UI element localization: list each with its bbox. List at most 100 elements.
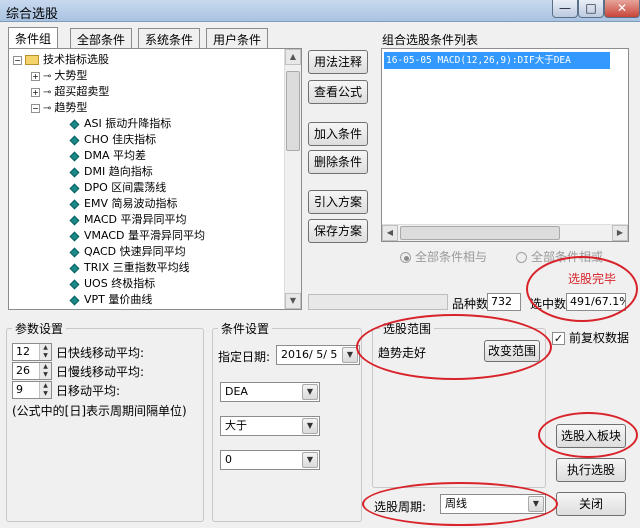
import-scheme-button[interactable]: 引入方案 <box>308 190 368 214</box>
indicator-icon <box>69 279 80 289</box>
add-condition-button[interactable]: 加入条件 <box>308 122 368 146</box>
radio-icon <box>400 252 411 263</box>
tree-item[interactable]: MACD 平滑异同平均 <box>69 212 186 228</box>
tree-item[interactable]: EMV 简易波动指标 <box>69 196 177 212</box>
tree-category-label: 大势型 <box>54 69 88 82</box>
tree-item[interactable]: CHO 佳庆指标 <box>69 132 156 148</box>
value-select[interactable]: 0 ▼ <box>220 450 320 470</box>
spin-up-icon[interactable]: ▲ <box>40 382 51 390</box>
fq-checkbox[interactable]: ✓ 前复权数据 <box>552 329 629 346</box>
fast-period-label: 日快线移动平均: <box>56 346 145 360</box>
tab-all-conditions[interactable]: 全部条件 <box>70 28 133 48</box>
tree-category[interactable]: − ⊸ 趋势型 <box>31 100 87 116</box>
tree-category-label: 超买超卖型 <box>54 85 110 98</box>
radio-all-and-label: 全部条件相与 <box>415 250 488 264</box>
radio-all-and[interactable]: 全部条件相与 <box>400 248 487 265</box>
window-title: 综合选股 <box>6 7 59 22</box>
fast-period-value: 12 <box>16 345 30 358</box>
spin-up-icon[interactable]: ▲ <box>40 344 51 352</box>
tree-item-label: DMA 平均差 <box>84 149 146 162</box>
period-value: 周线 <box>445 497 467 510</box>
tree-item[interactable]: DMA 平均差 <box>69 148 146 164</box>
tree-root[interactable]: − 技术指标选股 <box>13 52 109 68</box>
key-icon: ⊸ <box>43 71 52 82</box>
expand-icon[interactable]: + <box>31 71 40 81</box>
close-button[interactable]: 关闭 <box>556 492 626 516</box>
collapse-icon[interactable]: − <box>31 103 40 113</box>
usage-note-button[interactable]: 用法注释 <box>308 50 368 74</box>
date-picker[interactable]: 2016/ 5/ 5 ▼ <box>276 345 360 365</box>
scroll-thumb[interactable] <box>400 226 560 240</box>
spin-down-icon[interactable]: ▼ <box>40 371 51 379</box>
period-select[interactable]: 周线 ▼ <box>440 494 546 514</box>
operator-select[interactable]: 大于 ▼ <box>220 416 320 436</box>
dropdown-icon[interactable]: ▼ <box>302 418 318 434</box>
spin-up-icon[interactable]: ▲ <box>40 363 51 371</box>
tree-item-label: DPO 区间震荡线 <box>84 181 167 194</box>
maximize-button[interactable]: □ <box>578 0 604 18</box>
execute-button[interactable]: 执行选股 <box>556 458 626 482</box>
spin-down-icon[interactable]: ▼ <box>40 390 51 398</box>
scroll-down-icon[interactable]: ▼ <box>285 293 301 309</box>
tab-condition-group[interactable]: 条件组 <box>8 27 59 49</box>
count-value: 732 <box>487 293 521 311</box>
date-label: 指定日期: <box>218 350 271 364</box>
done-status: 选股完毕 <box>568 272 617 286</box>
scroll-left-icon[interactable]: ◀ <box>382 225 398 241</box>
dropdown-icon[interactable]: ▼ <box>302 452 318 468</box>
collapse-icon[interactable]: − <box>13 55 22 65</box>
delete-condition-button[interactable]: 删除条件 <box>308 150 368 174</box>
radio-all-or[interactable]: 全部条件相或 <box>516 248 603 265</box>
line-select[interactable]: DEA ▼ <box>220 382 320 402</box>
slow-period-value: 26 <box>16 364 30 377</box>
tree-category[interactable]: + ⊸ 超买超卖型 <box>31 84 109 100</box>
dropdown-icon[interactable]: ▼ <box>342 347 358 363</box>
tab-user-conditions[interactable]: 用户条件 <box>206 28 269 48</box>
minimize-button[interactable]: — <box>552 0 578 18</box>
scroll-thumb[interactable] <box>286 71 300 151</box>
tree-item[interactable]: TRIX 三重指数平均线 <box>69 260 190 276</box>
save-scheme-button[interactable]: 保存方案 <box>308 219 368 243</box>
tree-item-label: VMACD 量平滑异同平均 <box>84 229 205 242</box>
close-window-button[interactable]: ✕ <box>604 0 640 18</box>
indicator-icon <box>69 295 80 305</box>
radio-icon <box>516 252 527 263</box>
tree-item[interactable]: VMACD 量平滑异同平均 <box>69 228 205 244</box>
signal-period-input[interactable]: 9 ▲ ▼ <box>12 381 52 399</box>
folder-icon <box>25 55 39 65</box>
spin-buttons[interactable]: ▲ ▼ <box>39 344 51 360</box>
indicator-icon <box>69 215 80 225</box>
tree-item[interactable]: UOS 终极指标 <box>69 276 155 292</box>
signal-period-value: 9 <box>16 383 23 396</box>
tree-root-label: 技术指标选股 <box>43 53 109 66</box>
condition-list-item[interactable]: 16-05-05 MACD(12,26,9):DIF大于DEA <box>384 52 610 69</box>
change-range-button[interactable]: 改变范围 <box>484 340 540 362</box>
tree-item[interactable]: QACD 快速异同平均 <box>69 244 186 260</box>
scroll-up-icon[interactable]: ▲ <box>285 49 301 65</box>
tab-system-conditions[interactable]: 系统条件 <box>138 28 201 48</box>
indicator-tree[interactable]: − 技术指标选股 + ⊸ 大势型 + ⊸ 超买超卖型 − ⊸ 趋势型 ASI 振动升降指标 C… <box>8 48 302 310</box>
dropdown-icon[interactable]: ▼ <box>302 384 318 400</box>
spin-down-icon[interactable]: ▼ <box>40 352 51 360</box>
spin-buttons[interactable]: ▲ ▼ <box>39 382 51 398</box>
spin-buttons[interactable]: ▲ ▼ <box>39 363 51 379</box>
line-value: DEA <box>225 385 248 398</box>
scroll-right-icon[interactable]: ▶ <box>612 225 628 241</box>
tree-item[interactable]: DPO 区间震荡线 <box>69 180 166 196</box>
key-icon: ⊸ <box>43 103 52 114</box>
expand-icon[interactable]: + <box>31 87 40 97</box>
tree-item-label: DMI 趋向指标 <box>84 165 153 178</box>
dropdown-icon[interactable]: ▼ <box>528 496 544 512</box>
tree-item[interactable]: DMI 趋向指标 <box>69 164 153 180</box>
fq-label: 前复权数据 <box>569 331 630 345</box>
condition-list-scrollbar[interactable]: ◀ ▶ <box>382 224 628 241</box>
add-to-block-button[interactable]: 选股入板块 <box>556 424 626 448</box>
tree-item[interactable]: ASI 振动升降指标 <box>69 116 171 132</box>
fast-period-input[interactable]: 12 ▲ ▼ <box>12 343 52 361</box>
condition-list[interactable]: 16-05-05 MACD(12,26,9):DIF大于DEA ◀ ▶ <box>381 48 629 242</box>
slow-period-input[interactable]: 26 ▲ ▼ <box>12 362 52 380</box>
view-formula-button[interactable]: 查看公式 <box>308 80 368 104</box>
tree-scrollbar[interactable]: ▲ ▼ <box>284 49 301 309</box>
tree-item[interactable]: VPT 量价曲线 <box>69 292 152 308</box>
tree-category[interactable]: + ⊸ 大势型 <box>31 68 87 84</box>
